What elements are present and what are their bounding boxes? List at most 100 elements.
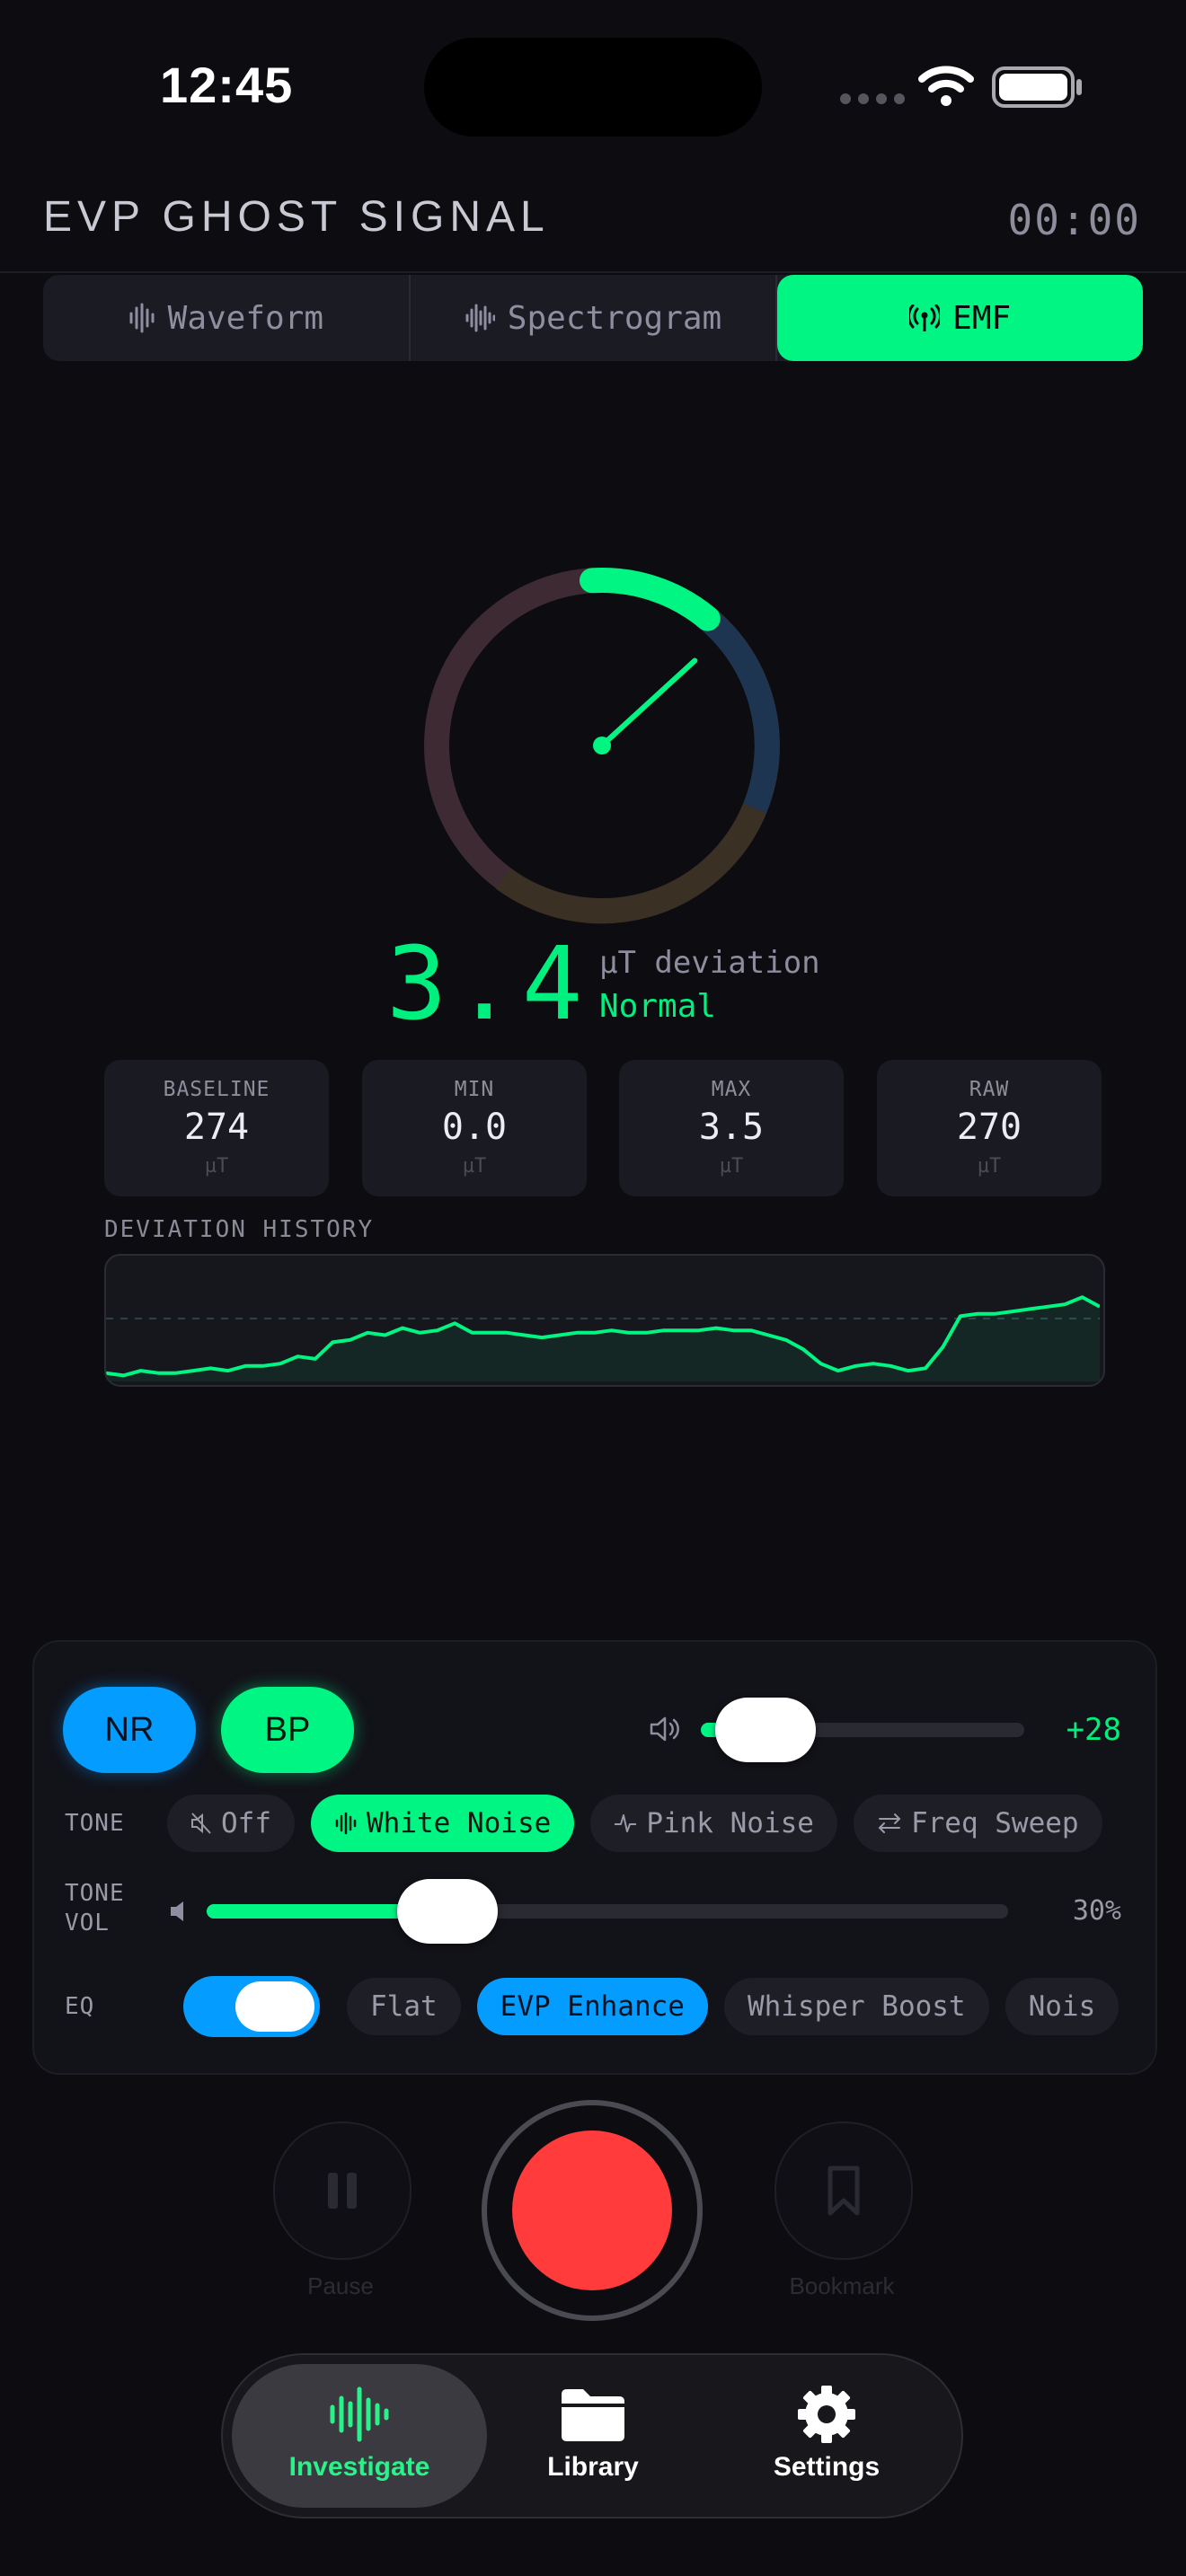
- gauge-hub: [593, 737, 611, 754]
- chip-label: Whisper Boost: [747, 1990, 966, 2023]
- nav-settings[interactable]: Settings: [710, 2386, 943, 2483]
- stat-raw: RAW 270 µT: [877, 1060, 1102, 1196]
- waveform-icon: [129, 303, 155, 333]
- antenna-icon: [909, 304, 941, 331]
- nav-label: Library: [547, 2452, 639, 2482]
- tab-label: Waveform: [167, 299, 324, 337]
- chip-label: Off: [221, 1807, 271, 1839]
- stat-label: MAX: [711, 1078, 752, 1101]
- app-title: EVP GHOST SIGNAL: [43, 193, 550, 241]
- tone-freq-sweep-chip[interactable]: Freq Sweep: [853, 1795, 1102, 1852]
- tab-label: EMF: [952, 299, 1012, 337]
- stat-value: 270: [956, 1107, 1022, 1148]
- chip-label: Freq Sweep: [910, 1807, 1079, 1839]
- stat-unit: µT: [462, 1155, 487, 1178]
- record-button[interactable]: [482, 2100, 703, 2321]
- eq-whisper-boost-chip[interactable]: Whisper Boost: [723, 1978, 989, 2035]
- stat-label: RAW: [969, 1078, 1010, 1101]
- tab-label: Spectrogram: [507, 299, 722, 337]
- stat-label: BASELINE: [163, 1078, 270, 1101]
- eq-label: EQ: [65, 1993, 95, 2020]
- gain-value: +28: [1066, 1712, 1121, 1748]
- tone-volume-thumb[interactable]: [396, 1879, 498, 1944]
- pulse-icon: [615, 1814, 637, 1832]
- status-time: 12:45: [160, 57, 294, 113]
- pause-button[interactable]: [273, 2122, 412, 2260]
- bookmark-icon: [828, 2166, 860, 2216]
- dynamic-island: [424, 38, 762, 137]
- record-dot: [512, 2130, 672, 2290]
- battery-cap: [1076, 79, 1082, 95]
- tone-pink-noise-chip[interactable]: Pink Noise: [590, 1795, 837, 1852]
- deviation-history-chart: [104, 1254, 1105, 1387]
- eq-flat-chip[interactable]: Flat: [347, 1978, 461, 2035]
- waveform-icon: [330, 2386, 389, 2442]
- stat-unit: µT: [977, 1155, 1002, 1178]
- emf-gauge: [424, 567, 780, 924]
- eq-toggle[interactable]: [183, 1976, 320, 2037]
- spectrogram-icon: [465, 304, 495, 332]
- emf-reading-value: 3.4: [386, 926, 590, 1043]
- tone-volume-slider[interactable]: [207, 1879, 1008, 1944]
- eq-toggle-knob: [235, 1981, 314, 2032]
- eq-presets: Flat EVP Enhance Whisper Boost Nois: [347, 1978, 1120, 2035]
- folder-icon: [562, 2389, 624, 2441]
- pause-icon: [328, 2173, 357, 2209]
- sweep-icon: [878, 1813, 901, 1833]
- tone-white-noise-chip[interactable]: White Noise: [311, 1795, 575, 1852]
- history-plot: [106, 1295, 1101, 1381]
- recording-timer: 00:00: [1007, 196, 1141, 244]
- nav-library[interactable]: Library: [476, 2386, 710, 2483]
- cellular-signal-icon: [840, 93, 905, 104]
- stat-value: 3.5: [698, 1107, 765, 1148]
- chip-label: EVP Enhance: [500, 1990, 685, 2023]
- chip-label: Flat: [370, 1990, 438, 2023]
- battery-icon: [992, 66, 1075, 108]
- tone-options: Off White Noise Pink Noise Freq Sweep: [167, 1795, 1120, 1852]
- stat-baseline: BASELINE 274 µT: [104, 1060, 329, 1196]
- bookmark-label: Bookmark: [789, 2272, 895, 2299]
- stat-value: 274: [183, 1107, 250, 1148]
- tab-spectrogram[interactable]: Spectrogram: [411, 275, 778, 361]
- chip-label: Nois: [1028, 1990, 1096, 2023]
- stat-max: MAX 3.5 µT: [619, 1060, 844, 1196]
- gain-slider[interactable]: [701, 1698, 1024, 1762]
- tone-vol-label-line1: TONE: [65, 1880, 125, 1907]
- tab-emf[interactable]: EMF: [777, 275, 1143, 361]
- bookmark-button[interactable]: [774, 2122, 913, 2260]
- tab-waveform[interactable]: Waveform: [43, 275, 411, 361]
- eq-noise-chip[interactable]: Nois: [1005, 1978, 1120, 2035]
- stat-unit: µT: [204, 1155, 229, 1178]
- emf-reading-unit: µT deviation: [599, 945, 820, 981]
- noise-icon: [335, 1812, 357, 1835]
- emf-status: Normal: [599, 988, 717, 1025]
- chip-label: Pink Noise: [646, 1807, 814, 1839]
- header-divider: [0, 271, 1186, 273]
- stat-value: 0.0: [441, 1107, 508, 1148]
- bandpass-toggle[interactable]: BP: [221, 1687, 354, 1773]
- tone-off-chip[interactable]: Off: [167, 1795, 295, 1852]
- tone-vol-label-line2: VOL: [65, 1909, 110, 1936]
- eq-evp-enhance-chip[interactable]: EVP Enhance: [476, 1978, 708, 2035]
- tone-volume-value: 30%: [1072, 1895, 1121, 1927]
- mute-icon: [191, 1813, 211, 1834]
- stat-unit: µT: [719, 1155, 744, 1178]
- history-label: DEVIATION HISTORY: [104, 1216, 375, 1243]
- nav-investigate[interactable]: Investigate: [243, 2386, 476, 2483]
- pause-label: Pause: [307, 2272, 374, 2299]
- gauge-progress-arc: [580, 567, 721, 631]
- chip-label: White Noise: [367, 1807, 552, 1839]
- nav-label: Investigate: [288, 2452, 430, 2482]
- view-tabs: Waveform Spectrogram EMF: [43, 275, 1143, 361]
- gain-slider-thumb[interactable]: [715, 1698, 816, 1762]
- stat-min: MIN 0.0 µT: [362, 1060, 587, 1196]
- noise-reduction-toggle[interactable]: NR: [63, 1687, 196, 1773]
- tone-vol-label: TONE VOL: [65, 1879, 125, 1937]
- gauge-needle: [599, 657, 698, 748]
- history-area: [106, 1297, 1100, 1381]
- speaker-icon: [650, 1716, 679, 1742]
- tone-label: TONE: [65, 1810, 125, 1837]
- stat-label: MIN: [454, 1078, 495, 1101]
- nav-label: Settings: [773, 2452, 881, 2482]
- gear-icon: [798, 2386, 855, 2443]
